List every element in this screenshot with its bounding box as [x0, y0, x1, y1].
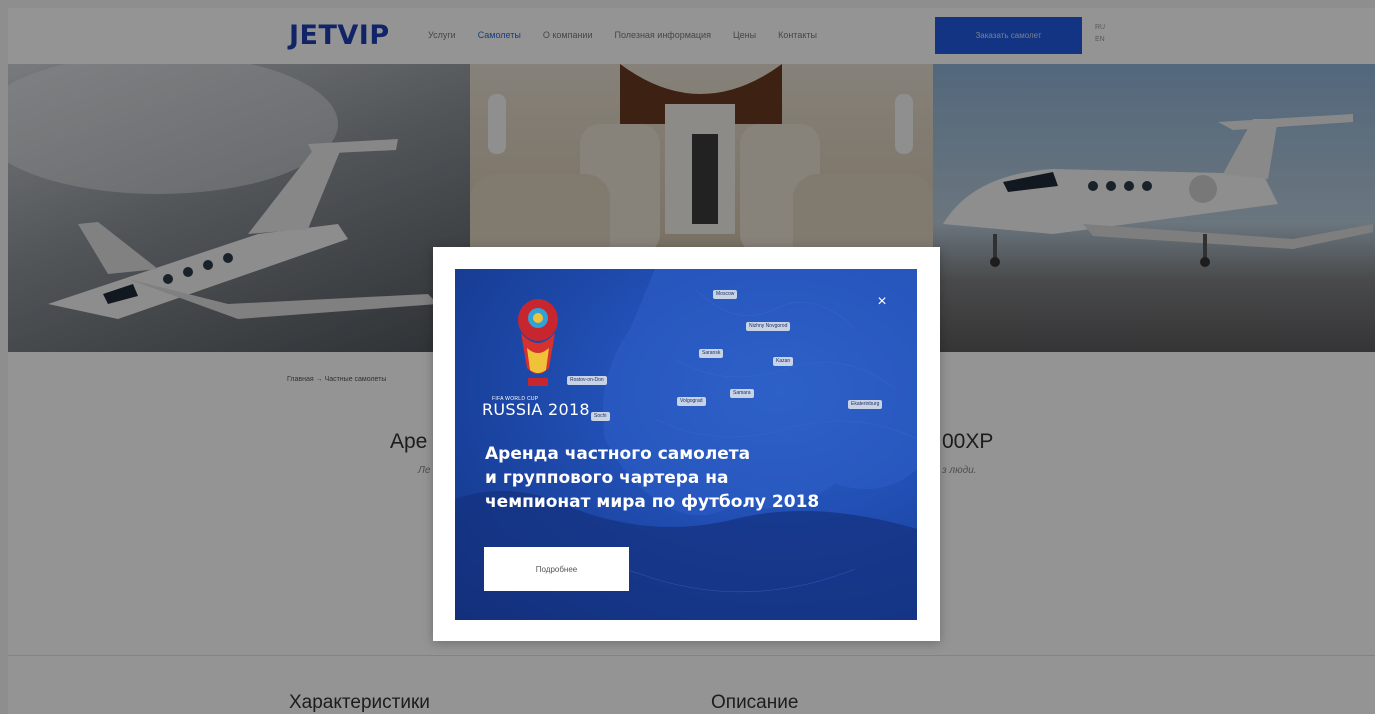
close-icon[interactable]: × [874, 294, 890, 310]
city-label-rostov: Rostov-on-Don [567, 376, 607, 385]
promo-headline-line-1: Аренда частного самолета [485, 444, 751, 464]
world-cup-trophy-emblem [518, 299, 558, 386]
city-label-moscow: Moscow [713, 290, 738, 299]
city-label-saransk: Saransk [699, 349, 724, 358]
city-label-nizhny-novgorod: Nizhny Novgorod [746, 322, 791, 331]
russia-2018-wordmark: RUSSIA 2018 [482, 400, 590, 419]
city-label-sochi: Sochi [591, 412, 610, 421]
city-label-kazan: Kazan [773, 357, 794, 366]
city-label-samara: Samara [730, 389, 754, 398]
promo-headline-line-2: и группового чартера на [485, 468, 729, 488]
promo-headline: Аренда частного самолета и группового ча… [485, 442, 865, 514]
promo-headline-line-3: чемпионат мира по футболу 2018 [485, 492, 820, 512]
learn-more-button[interactable]: Подробнее [484, 547, 629, 591]
city-label-volgograd: Volgograd [677, 397, 706, 406]
world-cup-promo-banner: Moscow Nizhny Novgorod Saransk Kazan Ros… [455, 269, 917, 620]
promo-modal: Moscow Nizhny Novgorod Saransk Kazan Ros… [433, 247, 940, 641]
city-label-ekaterinburg: Ekaterinburg [848, 400, 883, 409]
